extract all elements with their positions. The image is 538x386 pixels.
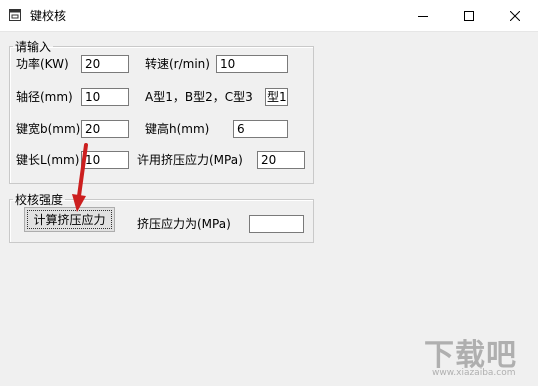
watermark-url: www.xiazaiba.com bbox=[432, 368, 516, 378]
annotation-arrow bbox=[72, 143, 88, 212]
watermark: 下载吧 www.xiazaiba.com bbox=[424, 330, 534, 382]
